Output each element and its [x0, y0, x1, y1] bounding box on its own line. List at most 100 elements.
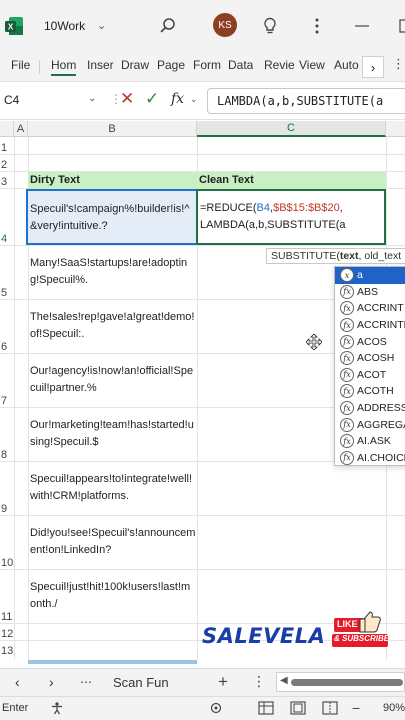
ribbon-tabs: File Hom Inser Draw Page Form Data Revie…: [0, 52, 405, 82]
dirty-text-cell[interactable]: Our!agency!is!now!an!official!Specuil!pa…: [30, 363, 196, 399]
autocomplete-item[interactable]: fx ADDRESS: [335, 400, 405, 417]
column-header-d[interactable]: [386, 121, 405, 137]
name-box[interactable]: C4: [4, 93, 19, 107]
ribbon-scroll-right-button[interactable]: ›: [362, 56, 384, 78]
autocomplete-item[interactable]: fx AI.ASK: [335, 433, 405, 450]
tab-view[interactable]: View: [299, 58, 325, 72]
horizontal-scrollbar[interactable]: ◀: [276, 672, 405, 692]
autocomplete-item[interactable]: fx ACCRINT: [335, 300, 405, 317]
page-layout-icon[interactable]: [290, 701, 306, 715]
more-options-icon[interactable]: [305, 14, 329, 38]
autocomplete-item[interactable]: fx ACOT: [335, 367, 405, 384]
page-break-icon[interactable]: [322, 701, 338, 715]
accessibility-icon[interactable]: [50, 701, 64, 715]
function-chevron-icon[interactable]: ⌄: [190, 94, 198, 105]
minimize-icon[interactable]: [350, 14, 374, 38]
column-header-c[interactable]: C: [197, 121, 386, 137]
sheet-tab-bar: ‹ › ⋯ Scan Fun + ⋮ ◀: [0, 668, 405, 696]
dirty-text-cell[interactable]: The!sales!rep!gave!a!great!demo!of!Specu…: [30, 309, 196, 345]
normal-view-icon[interactable]: [258, 701, 274, 715]
dirty-text-cell[interactable]: Specuil!just!hit!100k!users!last!month./: [30, 579, 196, 615]
name-box-chevron-icon[interactable]: ⌄: [88, 93, 96, 104]
row-header[interactable]: 9: [0, 461, 14, 515]
column-header-b[interactable]: B: [28, 121, 197, 137]
dirty-text-cell[interactable]: Specuil's!campaign%!builder!is!^&very!in…: [30, 201, 196, 237]
cancel-icon[interactable]: ✕: [120, 89, 134, 109]
variable-icon: x: [340, 268, 354, 283]
dirty-text-cell[interactable]: Many!SaaS!startups!are!adopting!Specuil%…: [30, 255, 196, 291]
autocomplete-item[interactable]: fx ACOS: [335, 333, 405, 350]
autocomplete-item[interactable]: fx ACOSH: [335, 350, 405, 367]
function-icon: fx: [340, 318, 354, 333]
tab-data[interactable]: Data: [228, 58, 253, 72]
row-header[interactable]: 5: [0, 245, 14, 299]
scrollbar-thumb[interactable]: [291, 679, 403, 686]
tab-insert[interactable]: Inser: [87, 58, 114, 72]
document-chevron-icon[interactable]: ⌄: [97, 19, 106, 32]
header-cell-clean-text[interactable]: Clean Text: [197, 172, 386, 189]
search-icon[interactable]: [156, 14, 180, 38]
formula-text: ,: [339, 202, 343, 214]
column-header-a[interactable]: A: [14, 121, 28, 137]
sheet-menu-icon[interactable]: ⋮: [252, 673, 266, 690]
select-all-corner[interactable]: [0, 121, 14, 137]
sheet-list-icon[interactable]: ⋯: [80, 675, 92, 689]
confirm-icon[interactable]: ✓: [145, 89, 159, 109]
autocomplete-item[interactable]: fx ACOTH: [335, 383, 405, 400]
salevela-logo: SALEVELA: [202, 624, 326, 648]
add-sheet-icon[interactable]: +: [218, 672, 228, 692]
settings-icon[interactable]: [208, 701, 224, 715]
row-header[interactable]: 11: [0, 569, 14, 623]
row-header[interactable]: 7: [0, 353, 14, 407]
row-header[interactable]: 6: [0, 299, 14, 353]
dirty-text-cell[interactable]: Specuil!appears!to!integrate!well!with!C…: [30, 471, 196, 507]
excel-logo-icon: X: [5, 17, 23, 35]
tab-formulas[interactable]: Form: [193, 58, 221, 72]
function-icon: fx: [340, 351, 354, 366]
tab-file[interactable]: File: [11, 58, 30, 72]
maximize-icon[interactable]: [393, 14, 405, 38]
dirty-text-cell[interactable]: Did!you!see!Specuil's!announcement!on!Li…: [30, 525, 196, 561]
tab-home[interactable]: Hom: [51, 58, 77, 76]
ribbon-more-icon[interactable]: ⋮: [392, 56, 405, 72]
row-header[interactable]: 12: [0, 623, 14, 640]
row-header[interactable]: 4: [0, 188, 14, 245]
lightbulb-icon[interactable]: [258, 14, 282, 38]
table-edge: [28, 660, 197, 664]
autocomplete-item[interactable]: fx ABS: [335, 284, 405, 301]
next-sheet-icon[interactable]: ›: [49, 674, 54, 690]
zoom-out-icon[interactable]: −: [352, 700, 360, 716]
grid-line: [14, 137, 15, 660]
tooltip-arg-active[interactable]: text: [340, 250, 359, 262]
tab-page[interactable]: Page: [157, 58, 185, 72]
header-cell-dirty-text[interactable]: Dirty Text: [28, 172, 197, 189]
row-header[interactable]: 8: [0, 407, 14, 461]
autocomplete-item[interactable]: fxACCRINTM: [335, 317, 405, 334]
tab-draw[interactable]: Draw: [121, 58, 149, 72]
autocomplete-item[interactable]: fxAGGREGATE: [335, 416, 405, 433]
document-name[interactable]: 10Work: [44, 19, 85, 33]
formula-input[interactable]: LAMBDA(a,b,SUBSTITUTE(a: [207, 88, 405, 114]
formula-text: =REDUCE(: [200, 202, 257, 214]
zoom-level[interactable]: 90%: [383, 702, 405, 714]
ribbon-divider: [39, 60, 40, 74]
user-avatar[interactable]: KS: [213, 13, 237, 37]
tab-review[interactable]: Revie: [264, 58, 295, 72]
prev-sheet-icon[interactable]: ‹: [15, 674, 20, 690]
autocomplete-list[interactable]: xa fxABS fxACCRINT fxACCRINTM fxACOS fxA…: [334, 266, 405, 466]
sheet-tab-active[interactable]: Scan Fun: [113, 675, 169, 690]
autocomplete-item[interactable]: xa: [335, 267, 405, 284]
edit-cell-formula[interactable]: =REDUCE(B4,$B$15:$B$20, LAMBDA(a,b,SUBST…: [200, 200, 384, 240]
row-header[interactable]: 1: [0, 137, 14, 154]
dirty-text-cell[interactable]: Our!marketing!team!has!started!using!Spe…: [30, 417, 196, 453]
row-header[interactable]: 2: [0, 154, 14, 171]
insert-function-icon[interactable]: fx: [171, 91, 184, 107]
salevela-watermark: SALEVELA LIKE & SUBSCRIBE: [200, 606, 396, 656]
tab-automate[interactable]: Auto: [334, 58, 359, 72]
function-icon: fx: [340, 434, 354, 449]
scroll-left-icon[interactable]: ◀: [280, 675, 288, 686]
autocomplete-item[interactable]: fxAI.CHOICE: [335, 450, 405, 465]
row-header[interactable]: 10: [0, 515, 14, 569]
row-header[interactable]: 3: [0, 171, 14, 188]
row-header[interactable]: 13: [0, 640, 14, 657]
